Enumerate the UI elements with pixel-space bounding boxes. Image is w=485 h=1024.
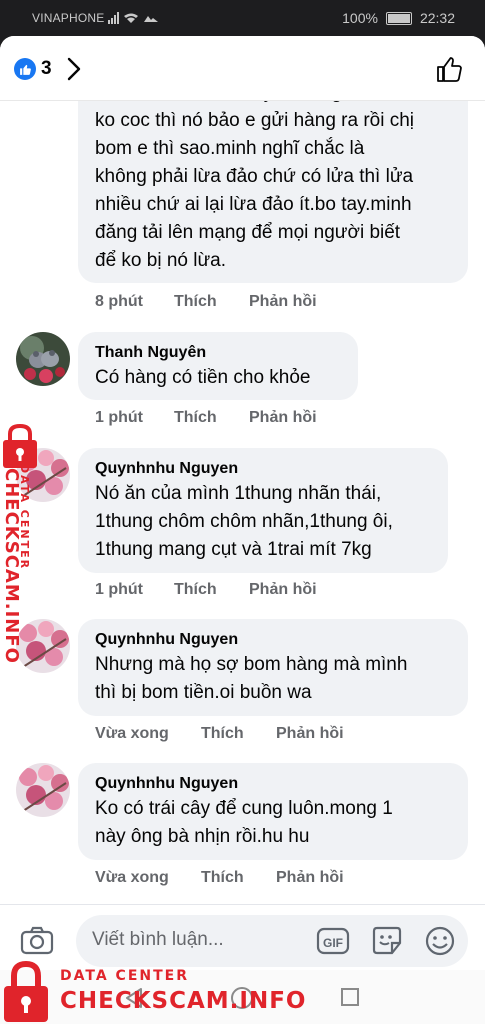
comment-text-line: thì bị bom tiền.oi buồn wa (95, 682, 312, 703)
comment-text-line: 1thung chôm chôm nhãn,1thung ôi, (95, 511, 393, 532)
comment-text-line: để ko bị nó lừa. (95, 250, 227, 271)
watermark-bottom-line2: CHECKSCAM.INFO (60, 988, 307, 1014)
comment-text-line: không phải lừa đảo chứ có lửa thì lửa (95, 166, 414, 187)
comment-bubble[interactable]: chờ hàn rồi hàn chuyển hàng, nếu e ko co… (78, 73, 468, 283)
like-comment-link[interactable]: Thích (174, 409, 217, 427)
comment-bubble[interactable]: Quynhnhu Nguyen Ko có trái cây để cung l… (78, 763, 468, 860)
comment-text-line: 1thung mang cụt và 1trai mít 7kg (95, 539, 372, 560)
comment-text-line: bom e thì sao.minh nghĩ chắc là (95, 138, 365, 159)
avatar[interactable] (16, 763, 70, 817)
clock: 22:32 (419, 10, 455, 26)
reactions-header: 3 (0, 36, 485, 101)
comments-sheet: 3 chờ hàn rồi hàn chuyển hàng, nếu e ko … (0, 36, 485, 1024)
reply-link[interactable]: Phản hồi (276, 869, 344, 887)
commenter-name[interactable]: Quynhnhu Nguyen (95, 629, 451, 651)
commenter-name[interactable]: Quynhnhu Nguyen (95, 458, 431, 480)
comment-bubble[interactable]: Quynhnhu Nguyen Nó ăn của mình 1thung nh… (78, 448, 448, 573)
comment-time: 1 phút (95, 581, 143, 598)
emoji-icon[interactable] (424, 925, 456, 962)
sticker-icon[interactable] (370, 925, 404, 962)
watermark-bottom: DATA CENTER CHECKSCAM.INFO (0, 958, 305, 1024)
camera-icon[interactable] (20, 925, 54, 960)
comment-text-line: Có hàng có tiền cho khỏe (95, 367, 311, 388)
reply-link[interactable]: Phản hồi (249, 581, 317, 599)
comment-text-line: ko coc thì nó bảo e gửi hàng ra rồi chị (95, 110, 415, 131)
comment-text-line: Nó ăn của mình 1thung nhãn thái, (95, 483, 382, 504)
comment-list[interactable]: chờ hàn rồi hàn chuyển hàng, nếu e ko co… (0, 36, 485, 904)
carrier-name: VINAPHONE (32, 11, 105, 25)
comment-text-line: Ko có trái cây để cung luôn.mong 1 (95, 798, 393, 819)
reply-link[interactable]: Phản hồi (276, 725, 344, 743)
like-post-icon[interactable] (435, 54, 465, 89)
signal-wifi-icons (108, 11, 160, 28)
reply-link[interactable]: Phản hồi (249, 409, 317, 427)
comment-text-line: Nhưng mà họ sợ bom hàng mà mình (95, 654, 408, 675)
comment-bubble[interactable]: Quynhnhu Nguyen Nhưng mà họ sợ bom hàng … (78, 619, 468, 716)
comment-input-placeholder: Viết bình luận... (92, 929, 224, 950)
reply-link[interactable]: Phản hồi (249, 293, 317, 311)
watermark-vertical: DATA CENTER CHECKSCAM.INFO (0, 423, 42, 664)
like-comment-link[interactable]: Thích (174, 293, 217, 311)
status-bar: VINAPHONE 100% 22:32 (0, 0, 485, 36)
comment-time: Vừa xong (95, 869, 169, 886)
comment-text-line: này ông bà nhịn rồi.hu hu (95, 826, 310, 847)
commenter-name[interactable]: Quynhnhu Nguyen (95, 773, 451, 795)
like-reaction-icon[interactable] (14, 58, 36, 80)
like-comment-link[interactable]: Thích (174, 581, 217, 599)
comment-time: Vừa xong (95, 725, 169, 742)
battery-icon (385, 11, 412, 25)
gif-icon[interactable]: GIF (316, 926, 350, 961)
recents-nav-icon[interactable] (340, 987, 360, 1012)
commenter-name[interactable]: Thanh Nguyên (95, 342, 341, 364)
like-comment-link[interactable]: Thích (201, 725, 244, 743)
watermark-bottom-line1: DATA CENTER (60, 968, 189, 984)
like-comment-link[interactable]: Thích (201, 869, 244, 887)
comment-text-line: nhiều chứ ai lại lừa đảo ít.bo tay.minh (95, 194, 412, 215)
comment-text-line: đăng tải lên mạng để mọi người biết (95, 222, 401, 243)
reaction-count[interactable]: 3 (41, 58, 52, 80)
comment-time: 8 phút (95, 293, 143, 310)
comment-bubble[interactable]: Thanh Nguyên Có hàng có tiền cho khỏe (78, 332, 358, 400)
avatar[interactable] (16, 332, 70, 386)
battery-percent: 100% (342, 10, 378, 26)
watermark-vertical-line2: CHECKSCAM.INFO (1, 468, 22, 664)
gif-label: GIF (323, 936, 343, 950)
comment-time: 1 phút (95, 409, 143, 426)
chevron-right-icon[interactable] (66, 56, 82, 87)
